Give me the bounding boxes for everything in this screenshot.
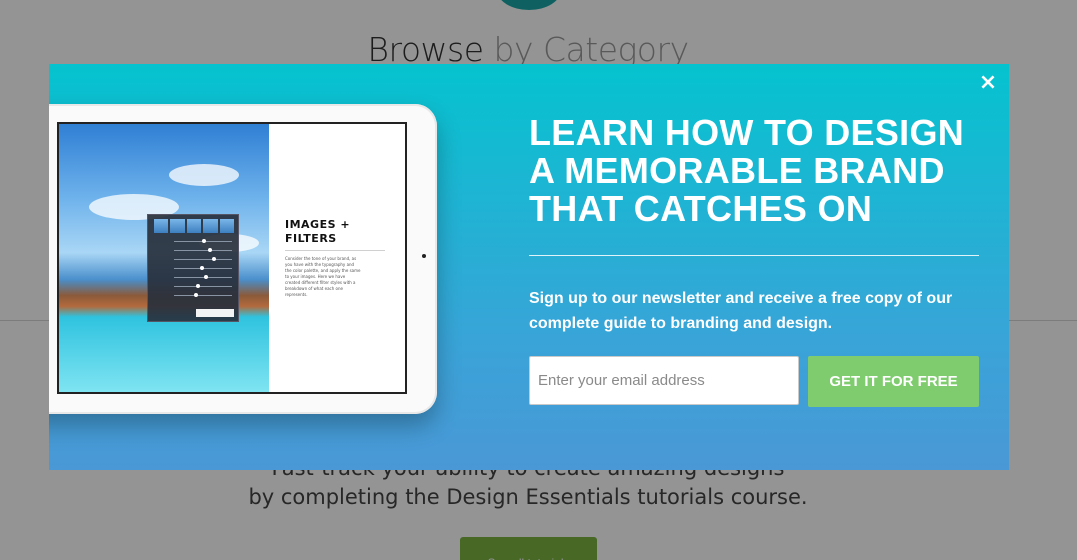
landscape-photo <box>59 124 269 392</box>
filter-panel <box>147 214 239 322</box>
modal-headline: LEARN HOW TO DESIGN A MEMORABLE BRAND TH… <box>529 112 965 229</box>
newsletter-modal: × IMAGES + FILTERS Consider the tone of … <box>49 64 1009 470</box>
filter-name-field <box>196 309 234 317</box>
tablet-mockup: IMAGES + FILTERS Consider the tone of yo… <box>49 104 437 414</box>
headline-divider <box>529 255 979 256</box>
tablet-screen: IMAGES + FILTERS Consider the tone of yo… <box>57 122 407 394</box>
side-title: IMAGES + FILTERS <box>285 218 351 245</box>
get-it-for-free-button[interactable]: GET IT FOR FREE <box>808 356 979 407</box>
filter-thumbnails <box>154 219 235 233</box>
email-input[interactable] <box>529 356 799 405</box>
modal-subtext: Sign up to our newsletter and receive a … <box>529 290 953 332</box>
tablet-camera <box>422 254 426 258</box>
tablet-side-panel: IMAGES + FILTERS Consider the tone of yo… <box>271 124 405 392</box>
side-divider <box>285 250 385 251</box>
side-body-text: Consider the tone of your brand, as you … <box>285 256 361 297</box>
close-icon[interactable]: × <box>977 72 999 94</box>
